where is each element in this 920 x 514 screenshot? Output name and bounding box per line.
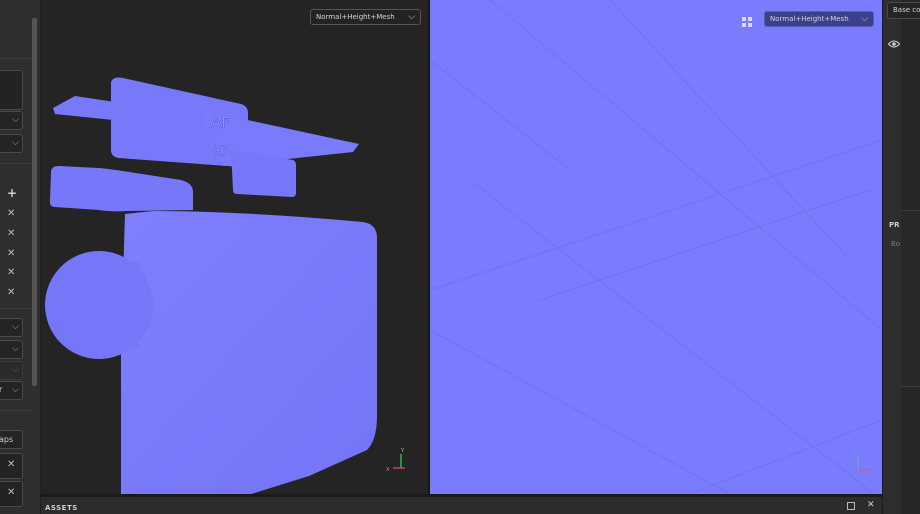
- slot-box-1[interactable]: ✕: [0, 453, 23, 479]
- axis-label-x: X: [386, 467, 390, 473]
- dropdown-5-disabled: ⌵: [0, 361, 23, 380]
- remove-item-icon[interactable]: ✕: [7, 248, 15, 260]
- mesh-label-af: AF: [211, 114, 230, 132]
- maps-field[interactable]: aps: [0, 430, 23, 449]
- assets-title: ASSETS: [45, 504, 78, 512]
- remove-item-icon[interactable]: ✕: [7, 228, 15, 240]
- display-mode-select-2d[interactable]: Normal+Height+Mesh ⌵: [764, 11, 874, 27]
- chevron-down-icon: ⌵: [12, 138, 19, 148]
- chevron-down-icon: ⌵: [12, 115, 19, 125]
- properties-label: PR: [889, 221, 900, 229]
- dropdown-2[interactable]: ⌵: [0, 134, 23, 153]
- chevron-down-icon: ⌵: [861, 14, 868, 24]
- dropdown-3[interactable]: ⌵: [0, 318, 23, 337]
- remove-item-icon[interactable]: ✕: [7, 208, 15, 220]
- right-panel: Base co PR Bo: [882, 0, 920, 514]
- dropdown-6-label: r: [0, 385, 2, 394]
- display-mode-value-2d: Normal+Height+Mesh: [770, 15, 849, 23]
- mesh-middle-piece: [49, 166, 193, 212]
- remove-item-icon[interactable]: ✕: [7, 287, 15, 299]
- remove-slot-icon[interactable]: ✕: [7, 487, 15, 499]
- axis-gizmo-2d: [857, 456, 870, 471]
- grid-view-icon[interactable]: [742, 13, 753, 27]
- texture-slot-box[interactable]: [0, 70, 23, 110]
- undock-panel-icon[interactable]: [847, 502, 855, 510]
- viewport-3d[interactable]: AF Ю Y X Normal+Height+Mesh ⌵: [41, 0, 428, 494]
- close-panel-icon[interactable]: ✕: [867, 500, 875, 510]
- properties-section: [901, 210, 920, 387]
- properties-sub-label: Bo: [891, 240, 901, 248]
- panel-separator: [0, 308, 32, 309]
- dropdown-4[interactable]: ⌵: [0, 340, 23, 359]
- panel-separator: [0, 58, 32, 59]
- mesh-canvas: AF Ю Y X: [45, 77, 405, 494]
- display-mode-value-3d: Normal+Height+Mesh: [316, 13, 395, 21]
- remove-item-icon[interactable]: ✕: [7, 267, 15, 279]
- mesh-fin-left: [53, 96, 115, 120]
- uv-seam-lines: [430, 0, 882, 494]
- chevron-down-icon: ⌵: [12, 344, 19, 354]
- base-color-field[interactable]: Base co: [887, 2, 920, 19]
- mesh-label-2: Ю: [213, 144, 228, 160]
- add-layer-icon[interactable]: +: [7, 186, 17, 200]
- mesh-main-body: [121, 211, 377, 494]
- dropdown-1[interactable]: ⌵: [0, 111, 23, 130]
- chevron-down-icon: ⌵: [408, 12, 415, 22]
- panel-separator: [0, 410, 32, 411]
- remove-slot-icon[interactable]: ✕: [7, 459, 15, 471]
- chevron-down-icon: ⌵: [12, 385, 19, 395]
- slot-box-2[interactable]: ✕: [0, 481, 23, 507]
- uv-canvas: [430, 0, 882, 494]
- chevron-down-icon: ⌵: [12, 365, 19, 375]
- panel-separator: [0, 163, 32, 164]
- left-panel-scrollbar[interactable]: [32, 18, 37, 386]
- axis-label-y: Y: [400, 448, 405, 454]
- base-color-label: Base co: [893, 6, 920, 14]
- mesh-circle-bridge: [121, 262, 139, 348]
- viewport-2d[interactable]: Normal+Height+Mesh ⌵: [430, 0, 882, 494]
- axis-gizmo: Y X: [386, 448, 405, 473]
- visibility-eye-icon[interactable]: [887, 34, 901, 48]
- chevron-down-icon: ⌵: [12, 322, 19, 332]
- maps-field-label: aps: [0, 435, 14, 444]
- assets-panel-header: ASSETS ✕: [41, 494, 882, 514]
- dropdown-6[interactable]: r ⌵: [0, 381, 23, 400]
- display-mode-select-3d[interactable]: Normal+Height+Mesh ⌵: [310, 9, 421, 25]
